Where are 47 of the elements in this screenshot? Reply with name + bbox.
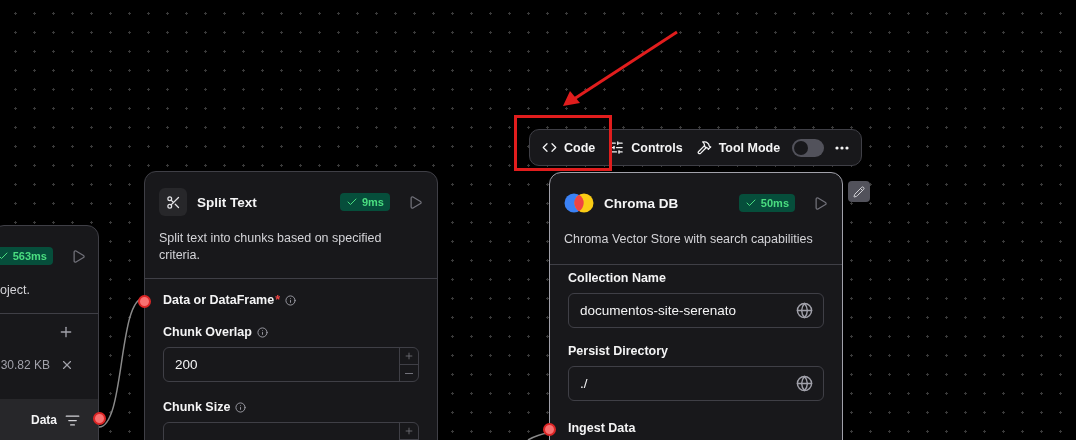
field-label: Data or DataFrame* bbox=[163, 293, 419, 307]
check-icon bbox=[0, 250, 9, 262]
chroma-logo-icon bbox=[564, 191, 594, 215]
tool-mode-switch[interactable] bbox=[792, 138, 825, 157]
node-title: Chroma DB bbox=[604, 195, 680, 211]
pencil-icon bbox=[853, 185, 865, 198]
scissors-icon bbox=[159, 188, 187, 216]
check-icon bbox=[744, 197, 757, 209]
globe-icon bbox=[796, 302, 813, 319]
sliders-icon bbox=[609, 140, 625, 155]
info-icon bbox=[235, 401, 247, 413]
inspect-list-icon bbox=[65, 413, 80, 428]
input-handle[interactable] bbox=[138, 295, 151, 308]
node-description: Chroma Vector Store with search capabilities bbox=[563, 231, 814, 248]
field-label: Chunk Size bbox=[163, 400, 419, 414]
node-description: oject. bbox=[0, 283, 30, 297]
tool-mode-button[interactable]: Tool Mode bbox=[692, 136, 785, 159]
status-badge: 50ms bbox=[738, 194, 795, 212]
info-icon bbox=[285, 294, 297, 306]
remove-button[interactable] bbox=[60, 358, 74, 372]
minus-icon bbox=[405, 372, 413, 374]
hammer-icon bbox=[696, 140, 712, 155]
node-title: Split Text bbox=[197, 194, 258, 210]
output-handle[interactable] bbox=[93, 412, 106, 425]
add-button[interactable] bbox=[58, 324, 74, 340]
node-description: Split text into chunks based on specified criteria. bbox=[158, 230, 383, 264]
text-field[interactable]: documentos-site-serenato bbox=[568, 293, 824, 328]
input-handle[interactable] bbox=[543, 423, 556, 436]
number-field[interactable]: 200 bbox=[163, 347, 419, 382]
field-label: Persist Directory bbox=[568, 344, 670, 358]
globe-icon bbox=[796, 375, 813, 392]
file-size: 30.82 KB bbox=[0, 358, 50, 372]
field-label: Ingest Data bbox=[568, 421, 637, 435]
text-field[interactable]: ./ bbox=[568, 366, 824, 401]
plus-icon bbox=[404, 351, 414, 361]
field-label: Chunk Overlap bbox=[163, 325, 419, 339]
controls-button[interactable]: Controls bbox=[605, 136, 687, 159]
plus-icon bbox=[404, 426, 414, 436]
code-icon bbox=[542, 140, 557, 155]
status-badge: 9ms bbox=[339, 193, 390, 211]
output-label: Data bbox=[31, 413, 57, 427]
info-icon bbox=[256, 326, 268, 338]
status-badge: 563ms bbox=[0, 247, 53, 265]
field-label: Collection Name bbox=[568, 271, 667, 285]
more-icon bbox=[835, 145, 849, 150]
edit-button[interactable] bbox=[848, 181, 870, 202]
check-icon bbox=[345, 196, 358, 208]
